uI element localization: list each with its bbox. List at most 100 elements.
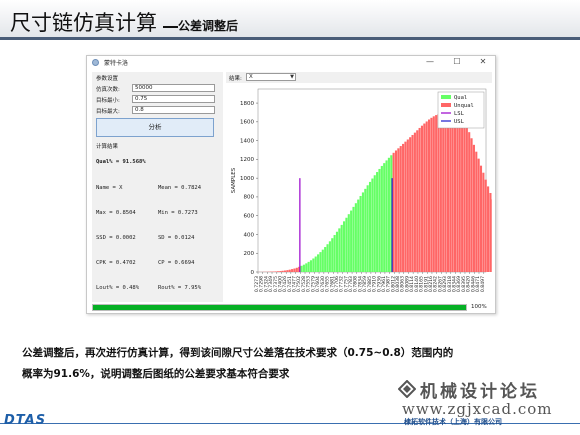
qual-bar — [305, 263, 308, 272]
sim-count-input[interactable]: 50000 — [132, 84, 215, 92]
unqual-bar — [484, 179, 487, 272]
unqual-bar — [392, 152, 395, 272]
qual-bar — [314, 256, 317, 272]
unqual-bar — [279, 271, 282, 272]
y-tick-label: 1000 — [240, 176, 254, 182]
parameter-panel: 参数设置 仿真次数: 50000 目标最小: 0.75 目标最大: 0.8 分析… — [92, 72, 223, 302]
unqual-bar — [435, 115, 438, 272]
progress-fill — [93, 305, 466, 310]
progress-bar — [92, 304, 467, 311]
forum-name: 机械设计论坛 — [420, 382, 540, 402]
result-sd: SD = 0.0124 — [158, 235, 195, 241]
unqual-bar — [437, 114, 440, 272]
unqual-bar — [428, 119, 431, 272]
unqual-bar — [487, 186, 490, 272]
unqual-bar — [461, 117, 464, 273]
result-cp: CP = 0.6694 — [158, 260, 195, 266]
legend-swatch — [441, 95, 451, 99]
qual-bar — [366, 185, 369, 272]
legend-label: Unqual — [454, 103, 474, 109]
qual-bar — [352, 206, 355, 272]
sim-count-label: 仿真次数: — [96, 87, 120, 93]
y-tick-label: 800 — [244, 195, 255, 201]
qual-bar — [335, 231, 339, 272]
qual-bar — [319, 252, 322, 272]
close-button[interactable]: ✕ — [476, 57, 490, 66]
window-title: 蒙特卡洛 — [104, 60, 129, 67]
qual-bar — [368, 181, 372, 272]
unqual-bar — [456, 108, 459, 272]
unqual-bar — [404, 141, 407, 272]
qual-bar — [380, 165, 383, 272]
qual-bar — [333, 235, 336, 272]
slide-subtitle: 公差调整后 — [178, 19, 239, 33]
unqual-bar — [444, 116, 447, 272]
unqual-bar — [482, 172, 485, 272]
minimize-button[interactable]: — — [423, 57, 437, 66]
target-max-label: 目标最大: — [96, 109, 120, 115]
unqual-bar — [274, 271, 277, 272]
unqual-bar — [423, 123, 426, 272]
unqual-bar — [439, 113, 442, 272]
forum-logo-icon — [398, 380, 416, 398]
analyze-button[interactable]: 分析 — [96, 118, 214, 137]
result-max: Max = 0.8504 — [96, 210, 136, 216]
y-axis-label: SAMPLES — [231, 167, 237, 193]
unqual-bar — [276, 271, 280, 272]
unqual-bar — [418, 127, 421, 272]
legend-label: LSL — [454, 111, 465, 117]
qual-bar — [300, 265, 303, 272]
y-tick-label: 1800 — [240, 101, 254, 107]
window-titlebar[interactable]: 蒙特卡洛 — ☐ ✕ — [87, 56, 495, 70]
maximize-button[interactable]: ☐ — [450, 57, 464, 66]
target-min-label: 目标最小: — [96, 98, 120, 104]
slide-title: 尺寸链仿真计算 — [10, 11, 157, 35]
qual-bar — [354, 203, 357, 272]
result-min: Min = 0.7273 — [158, 210, 198, 216]
qual-bar — [312, 258, 315, 272]
unqual-bar — [430, 117, 433, 273]
results-section-title: 计算结果 — [96, 144, 119, 150]
y-tick-label: 1600 — [240, 120, 254, 126]
qual-percent: Qual% = 91.568% — [96, 159, 146, 165]
unqual-bar — [413, 132, 416, 272]
unqual-bar — [281, 270, 284, 272]
target-max-input[interactable]: 0.8 — [132, 106, 215, 114]
qual-bar — [383, 163, 386, 272]
unqual-bar — [291, 269, 294, 272]
app-icon — [92, 59, 99, 66]
title-dash — [163, 26, 178, 28]
unqual-bar — [397, 148, 400, 272]
chevron-down-icon: ▼ — [290, 74, 294, 80]
unqual-bar — [288, 269, 291, 272]
result-rout: Rout% = 7.95% — [158, 285, 202, 291]
result-name: Name = X — [96, 185, 123, 191]
unqual-bar — [449, 112, 452, 272]
unqual-bar — [442, 113, 445, 272]
unqual-bar — [394, 150, 398, 272]
qual-bar — [373, 175, 376, 272]
qual-bar — [302, 264, 305, 272]
unqual-bar — [420, 125, 424, 272]
unqual-bar — [286, 270, 289, 272]
histogram-svg: 0 200 400 600 800 1000 1200 1400 1600 1800 SAMPLES… — [231, 88, 580, 292]
company-name: 棣拓软件技术（上海）有限公司 — [404, 418, 502, 426]
qual-bar — [324, 247, 327, 272]
target-min-input[interactable]: 0.75 — [132, 95, 215, 103]
qual-bar — [359, 195, 362, 272]
slide-title-bar: 尺寸链仿真计算 公差调整后 — [0, 0, 580, 40]
monte-carlo-window: 蒙特卡洛 — ☐ ✕ 参数设置 仿真次数: 50000 目标最小: 0.75 目… — [86, 55, 580, 314]
unqual-bar — [409, 137, 412, 272]
unqual-bar — [463, 121, 466, 272]
result-mean: Mean = 0.7824 — [158, 185, 202, 191]
unqual-bar — [465, 126, 468, 273]
forum-url: www.zgjxcad.com — [402, 400, 553, 418]
qual-bar — [307, 261, 310, 272]
qual-bar — [371, 178, 374, 272]
params-section-title: 参数设置 — [96, 76, 119, 82]
result-select[interactable]: X ▼ — [246, 73, 296, 81]
legend-label: Qual — [454, 95, 467, 101]
qual-bar — [345, 217, 348, 272]
unqual-bar — [458, 111, 461, 273]
unqual-bar — [432, 116, 435, 272]
